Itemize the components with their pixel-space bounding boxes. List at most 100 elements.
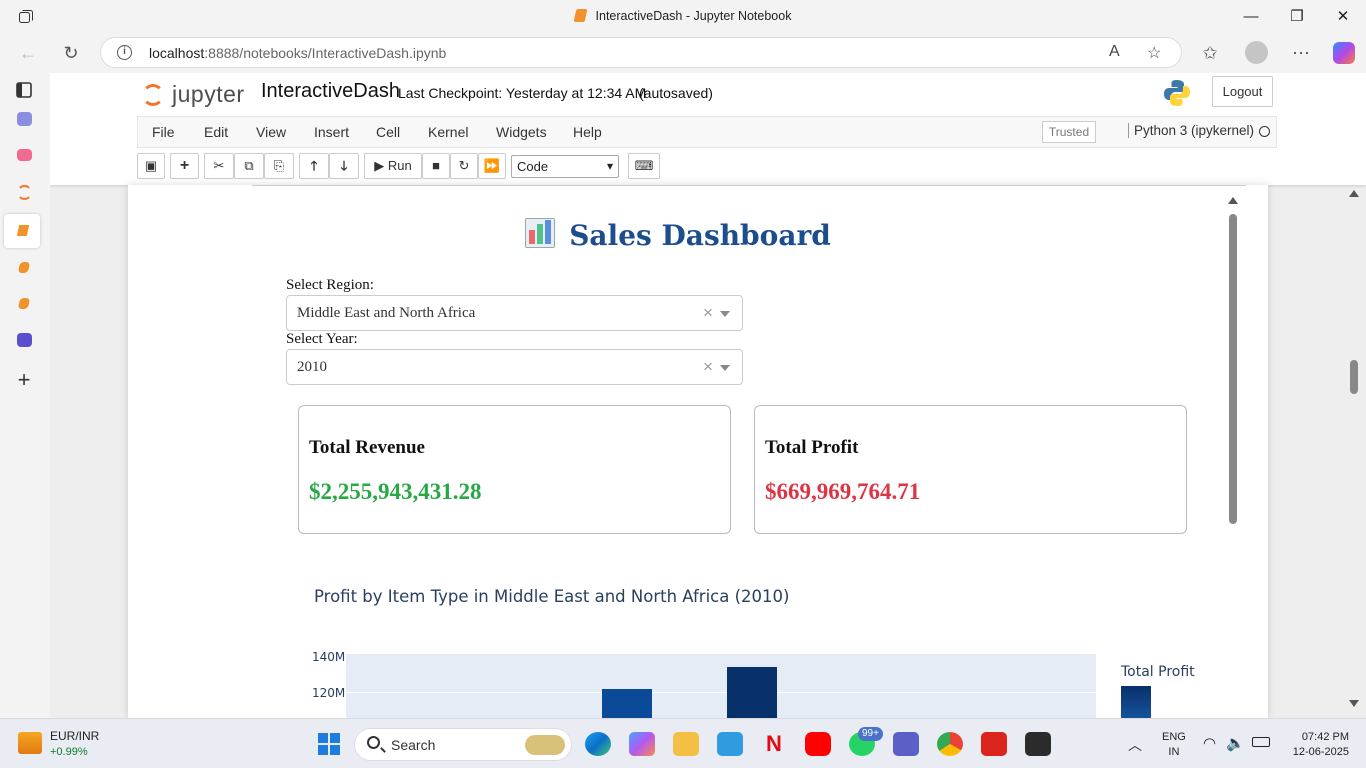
scroll-up-icon[interactable] — [1349, 190, 1359, 197]
year-dropdown[interactable]: 2010 × — [286, 349, 743, 385]
move-up-button[interactable]: 🡑 — [299, 153, 329, 179]
read-aloud-icon[interactable]: A — [1109, 43, 1120, 61]
terminal-icon[interactable] — [1025, 732, 1051, 756]
run-icon: ▶ — [374, 158, 388, 173]
system-clock[interactable]: 07:42 PM 12-06-2025 — [1285, 730, 1349, 760]
chrome-icon[interactable] — [937, 732, 963, 756]
paste-button[interactable]: ⎘ — [264, 153, 294, 179]
restart-button[interactable]: ↻ — [450, 153, 478, 179]
url-text[interactable]: localhost:8888/notebooks/InteractiveDash… — [149, 45, 446, 61]
minimize-button[interactable]: — — [1228, 6, 1274, 28]
window-title: InteractiveDash - Jupyter Notebook — [0, 9, 1366, 23]
copilot-icon[interactable] — [1333, 42, 1355, 64]
notebook-tab-icon[interactable] — [17, 262, 31, 273]
revenue-value: $2,255,943,431.28 — [309, 479, 482, 504]
close-button[interactable]: ✕ — [1320, 6, 1366, 28]
clear-icon[interactable]: × — [703, 357, 713, 377]
kernel-name[interactable]: Python 3 (ipykernel) — [1128, 123, 1254, 138]
command-palette-button[interactable]: ⌨ — [628, 153, 660, 179]
python-logo-icon — [1164, 80, 1190, 106]
refresh-icon[interactable]: ↻ — [60, 42, 82, 64]
copilot-app-icon[interactable] — [629, 732, 655, 756]
myhp-icon[interactable] — [717, 732, 743, 756]
list-tab-icon[interactable] — [17, 333, 32, 347]
menu-cell[interactable]: Cell — [376, 124, 400, 140]
ticker-name[interactable]: EUR/INR — [50, 729, 99, 743]
notebook-tab-icon[interactable] — [17, 298, 31, 309]
windows-start-icon[interactable] — [318, 733, 340, 755]
logout-button[interactable]: Logout — [1212, 76, 1273, 107]
region-dropdown[interactable]: Middle East and North Africa × — [286, 295, 743, 331]
cell-border — [252, 185, 1246, 186]
cut-button[interactable]: ✂ — [204, 153, 234, 179]
back-arrow-icon[interactable]: ← — [17, 42, 39, 64]
restart-run-all-button[interactable]: ⏩ — [478, 153, 506, 179]
save-button[interactable]: ▣ — [137, 153, 165, 179]
chart-plot-area[interactable] — [346, 654, 1096, 718]
page-scrollbar[interactable] — [1346, 185, 1362, 718]
grid-line — [346, 692, 1096, 693]
favorite-star-icon[interactable]: ☆ — [1147, 43, 1161, 63]
scroll-down-icon[interactable] — [1349, 700, 1359, 707]
legend-colorbar — [1121, 686, 1151, 718]
stock-ticker-icon[interactable] — [18, 732, 42, 754]
sidebar-panel-icon[interactable] — [12, 78, 36, 102]
favorites-icon[interactable]: ✩ — [1199, 42, 1221, 64]
battery-icon[interactable] — [1252, 737, 1270, 747]
menu-insert[interactable]: Insert — [314, 124, 349, 140]
more-menu-icon[interactable]: ⋯ — [1290, 42, 1312, 64]
jupyter-tab-icon[interactable] — [17, 185, 32, 200]
taskbar-search[interactable]: Search — [354, 728, 572, 761]
chart-title: Profit by Item Type in Middle East and N… — [314, 587, 790, 606]
file-explorer-icon[interactable] — [673, 732, 699, 756]
run-button[interactable]: ▶ Run — [364, 153, 422, 179]
volume-icon[interactable]: 🔈 — [1226, 734, 1245, 752]
youtube-icon[interactable] — [805, 732, 831, 756]
interrupt-button[interactable]: ■ — [422, 153, 450, 179]
menu-help[interactable]: Help — [573, 124, 602, 140]
notebook-name[interactable]: InteractiveDash — [261, 80, 400, 103]
dashboard-title: Sales Dashboard — [128, 218, 1228, 252]
video-tab-icon[interactable] — [17, 149, 32, 161]
menu-edit[interactable]: Edit — [204, 124, 228, 140]
chevron-down-icon[interactable] — [720, 365, 730, 371]
menu-file[interactable]: File — [152, 124, 175, 140]
checkpoint-status: Last Checkpoint: Yesterday at 12:34 AM — [398, 85, 647, 101]
output-scrollbar[interactable] — [1226, 197, 1240, 718]
chevron-up-icon[interactable]: ︿ — [1128, 735, 1142, 755]
chevron-down-icon[interactable] — [720, 311, 730, 317]
profile-avatar[interactable] — [1245, 41, 1268, 64]
search-label: Search — [391, 737, 436, 753]
menu-view[interactable]: View — [256, 124, 286, 140]
netflix-icon[interactable]: N — [761, 732, 787, 756]
profit-value: $669,969,764.71 — [765, 479, 921, 504]
cell-type-select[interactable]: Code — [511, 155, 619, 178]
chart-bar[interactable] — [727, 667, 777, 718]
move-down-button[interactable]: 🡓 — [329, 153, 359, 179]
collections-icon[interactable] — [17, 112, 32, 126]
scroll-thumb[interactable] — [1229, 214, 1237, 524]
copy-button[interactable]: ⧉ — [234, 153, 264, 179]
url-host: localhost — [149, 45, 205, 61]
clear-icon[interactable]: × — [703, 303, 713, 323]
notebook-menubar: File Edit View Insert Cell Kernel Widget… — [137, 116, 1277, 148]
address-bar[interactable]: i localhost:8888/notebooks/InteractiveDa… — [100, 37, 1182, 68]
site-info-icon[interactable]: i — [117, 45, 132, 60]
wifi-icon[interactable]: ◠ — [1203, 734, 1216, 752]
scroll-up-icon[interactable] — [1228, 197, 1238, 204]
sidebar-active-notebook-tab[interactable] — [4, 214, 40, 248]
menu-kernel[interactable]: Kernel — [428, 124, 468, 140]
jupyter-logo[interactable]: jupyter — [140, 79, 250, 109]
chart-bar[interactable] — [602, 688, 652, 718]
scroll-thumb[interactable] — [1350, 360, 1358, 394]
edge-browser-icon[interactable] — [585, 732, 611, 756]
region-label: Select Region: — [286, 277, 374, 293]
trusted-indicator[interactable]: Trusted — [1042, 121, 1096, 143]
menu-widgets[interactable]: Widgets — [496, 124, 547, 140]
insert-cell-button[interactable]: + — [170, 153, 199, 179]
teams-icon[interactable] — [893, 732, 919, 756]
language-indicator[interactable]: ENG IN — [1162, 730, 1186, 760]
add-tab-icon[interactable]: + — [12, 369, 36, 393]
acrobat-icon[interactable] — [981, 732, 1007, 756]
maximize-button[interactable]: ❐ — [1274, 6, 1320, 28]
